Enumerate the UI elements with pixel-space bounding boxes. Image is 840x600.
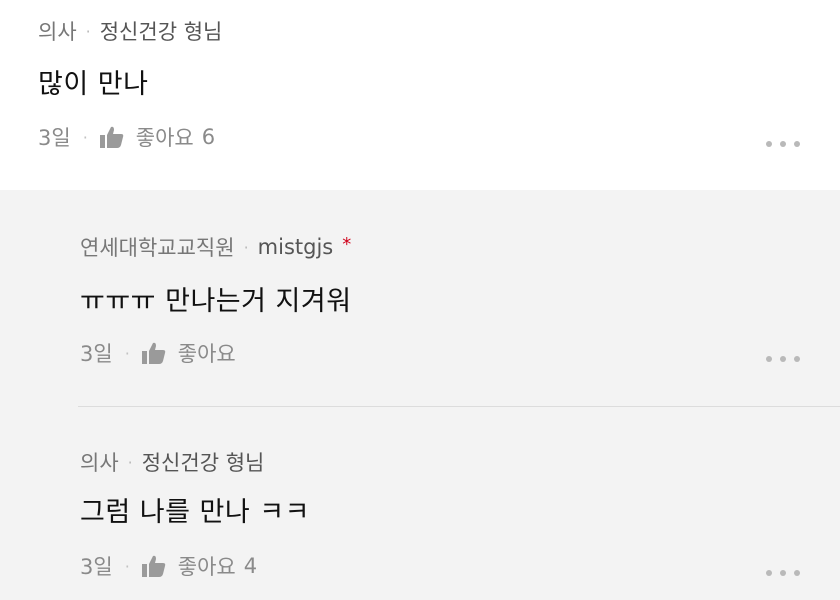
like-button[interactable]: 좋아요 4: [141, 551, 258, 581]
more-options-button[interactable]: [766, 355, 800, 363]
more-horizontal-icon: [766, 570, 772, 576]
reply-actions: 3일 · 좋아요: [80, 338, 244, 368]
comment-item: 의사 · 정신건강 형님 많이 만나 3일 · 좋아요 6: [0, 0, 840, 190]
more-horizontal-icon: [794, 141, 800, 147]
reply-item: 연세대학교교직원 · mistgjs * ㅠㅠㅠ 만나는거 지겨워 3일 · 좋…: [0, 190, 840, 407]
separator-dot: ·: [243, 237, 249, 257]
author-nickname[interactable]: mistgjs: [258, 235, 334, 259]
reply-item: 의사 · 정신건강 형님 그럼 나를 만나 ㅋㅋ 3일 · 좋아요 4: [0, 407, 840, 600]
comment-meta: 의사 · 정신건강 형님: [38, 16, 222, 46]
author-org: 연세대학교교직원: [80, 236, 235, 260]
reply-time: 3일: [80, 555, 113, 579]
more-horizontal-icon: [780, 141, 786, 147]
author-nickname[interactable]: 정신건강 형님: [142, 447, 265, 477]
more-options-button[interactable]: [766, 140, 800, 148]
more-horizontal-icon: [794, 570, 800, 576]
more-horizontal-icon: [766, 141, 772, 147]
author-nickname[interactable]: 정신건강 형님: [100, 16, 223, 46]
like-label: 좋아요: [177, 555, 236, 579]
like-button[interactable]: 좋아요: [141, 338, 244, 368]
thumbs-up-icon: [141, 555, 166, 577]
separator-dot: ·: [85, 21, 91, 41]
author-org: 의사: [80, 451, 119, 475]
separator-dot: ·: [124, 343, 130, 363]
reply-text: ㅠㅠㅠ 만나는거 지겨워: [80, 286, 352, 317]
separator-dot: ·: [82, 127, 88, 147]
comment-text: 많이 만나: [38, 69, 149, 100]
comment-time: 3일: [38, 126, 71, 150]
like-count: 6: [201, 125, 216, 149]
more-horizontal-icon: [794, 356, 800, 362]
reply-meta: 연세대학교교직원 · mistgjs *: [80, 232, 351, 262]
reply-time: 3일: [80, 342, 113, 366]
comment-actions: 3일 · 좋아요 6: [38, 122, 215, 152]
reply-actions: 3일 · 좋아요 4: [80, 551, 257, 581]
like-label: 좋아요: [135, 126, 194, 150]
like-button[interactable]: 좋아요 6: [99, 122, 216, 152]
more-horizontal-icon: [766, 356, 772, 362]
reply-meta: 의사 · 정신건강 형님: [80, 447, 264, 477]
thumbs-up-icon: [141, 342, 166, 364]
like-count: 4: [243, 554, 258, 578]
more-horizontal-icon: [780, 356, 786, 362]
more-options-button[interactable]: [766, 569, 800, 577]
like-label: 좋아요: [177, 342, 236, 366]
reply-text: 그럼 나를 만나 ㅋㅋ: [80, 497, 310, 528]
more-horizontal-icon: [780, 570, 786, 576]
author-marker: *: [342, 233, 352, 255]
author-org: 의사: [38, 20, 77, 44]
thumbs-up-icon: [99, 126, 124, 148]
separator-dot: ·: [124, 556, 130, 576]
separator-dot: ·: [127, 452, 133, 472]
